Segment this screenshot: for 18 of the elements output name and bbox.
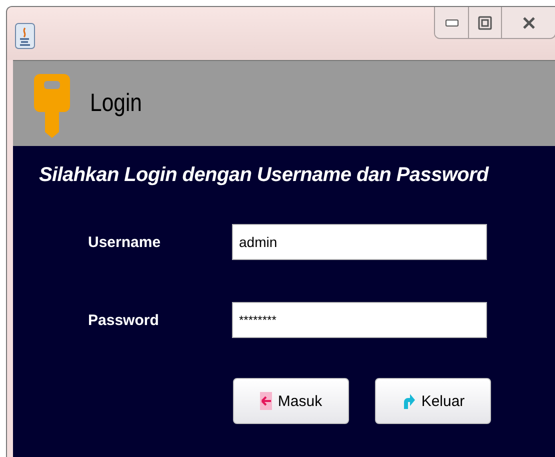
password-field[interactable]: ******** — [232, 302, 487, 338]
field-label: Username — [88, 234, 162, 250]
java-app-icon — [15, 23, 35, 49]
minimize-icon — [444, 18, 458, 26]
arrow-left-icon — [260, 392, 272, 410]
form-heading: Silahkan Login dengan Username dan Password — [39, 164, 490, 187]
minimize-button[interactable] — [435, 7, 468, 38]
close-icon — [522, 16, 536, 30]
key-icon — [34, 74, 70, 138]
username-field[interactable]: admin — [232, 224, 487, 260]
field-label: Password — [88, 312, 160, 328]
enter-button[interactable]: Masuk — [233, 378, 349, 424]
redo-arrow-icon — [401, 392, 416, 410]
maximize-icon — [478, 16, 492, 30]
maximize-button[interactable] — [468, 7, 501, 38]
header-title: Login — [90, 89, 142, 118]
exit-button[interactable]: Keluar — [375, 378, 491, 424]
close-button[interactable] — [501, 7, 555, 38]
